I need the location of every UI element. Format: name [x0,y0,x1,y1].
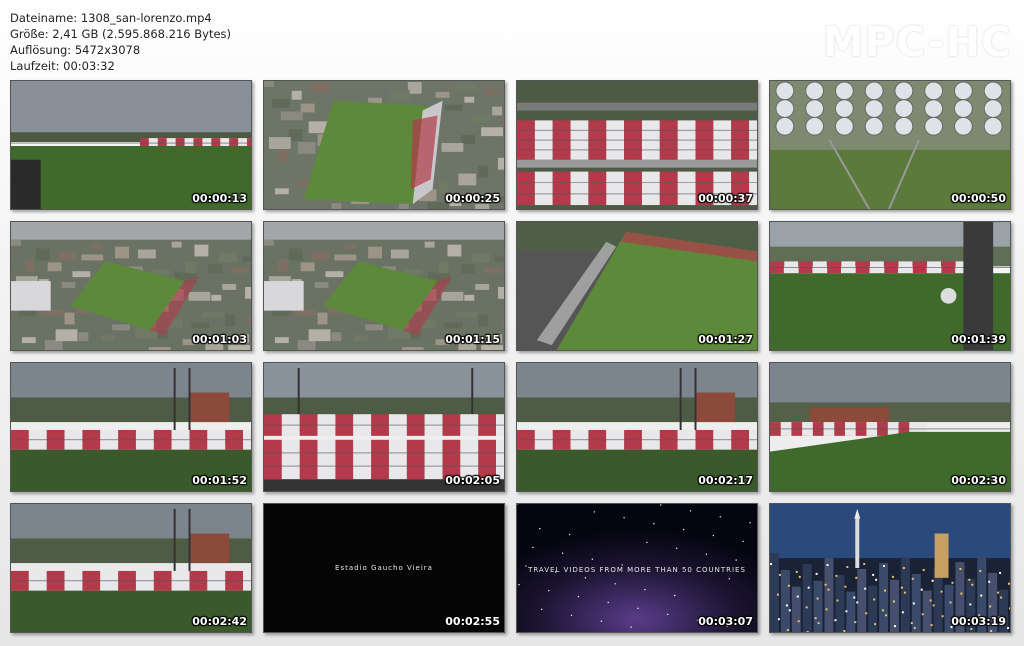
timestamp: 00:01:03 [192,333,247,346]
thumbnail: 00:00:50 [769,80,1011,210]
thumbnail: 00:00:25 [263,80,505,210]
timestamp: 00:00:25 [445,192,500,205]
timestamp: 00:01:39 [951,333,1006,346]
thumbnail: 00:01:15 [263,221,505,351]
file-duration: Laufzeit: 00:03:32 [10,59,115,73]
thumbnail-image [264,222,504,350]
thumbnail-image [517,363,757,491]
thumbnail: 00:02:30 [769,362,1011,492]
file-name: Dateiname: 1308_san-lorenzo.mp4 [10,11,212,25]
file-resolution: Auflösung: 5472x3078 [10,43,141,57]
thumbnail-image [11,363,251,491]
thumbnail: 00:01:27 [516,221,758,351]
thumbnail-image [770,222,1010,350]
thumbnail-caption: TRAVEL VIDEOS FROM MORE THAN 50 COUNTRIE… [528,566,746,574]
thumbnail: 00:01:52 [10,362,252,492]
thumbnail: 00:01:03 [10,221,252,351]
file-info: Dateiname: 1308_san-lorenzo.mp4 Größe: 2… [10,10,231,74]
timestamp: 00:00:37 [698,192,753,205]
thumbnail: 00:00:13 [10,80,252,210]
timestamp: 00:02:05 [445,474,500,487]
thumbnail-image [517,81,757,209]
timestamp: 00:02:42 [192,615,247,628]
thumbnail-image [11,222,251,350]
thumbnail-image [11,504,251,632]
thumbnail: 00:02:17 [516,362,758,492]
thumbnail-image [770,363,1010,491]
timestamp: 00:02:55 [445,615,500,628]
thumbnail: 00:01:39 [769,221,1011,351]
thumbnail-image [264,363,504,491]
timestamp: 00:01:52 [192,474,247,487]
mpc-hc-logo: MPC-HC [822,18,1012,66]
timestamp: 00:03:19 [951,615,1006,628]
thumbnail-image [770,81,1010,209]
thumbnail: Estadio Gaucho Vieira 00:02:55 [263,503,505,633]
file-size: Größe: 2,41 GB (2.595.868.216 Bytes) [10,27,232,41]
thumbnail-image [770,504,1010,632]
timestamp: 00:02:30 [951,474,1006,487]
thumbnail-grid: 00:00:13 00:00:25 00:00:37 00:00:50 00:0… [10,80,1014,633]
thumbnail-image [264,81,504,209]
thumbnail: TRAVEL VIDEOS FROM MORE THAN 50 COUNTRIE… [516,503,758,633]
thumbnail: 00:02:05 [263,362,505,492]
thumbnail: 00:02:42 [10,503,252,633]
thumbnail: 00:03:19 [769,503,1011,633]
timestamp: 00:00:50 [951,192,1006,205]
thumbnail: 00:00:37 [516,80,758,210]
thumbnail-image [517,222,757,350]
timestamp: 00:03:07 [698,615,753,628]
timestamp: 00:01:15 [445,333,500,346]
thumbnail-caption: Estadio Gaucho Vieira [335,564,433,572]
timestamp: 00:01:27 [698,333,753,346]
timestamp: 00:00:13 [192,192,247,205]
timestamp: 00:02:17 [698,474,753,487]
thumbnail-image [11,81,251,209]
